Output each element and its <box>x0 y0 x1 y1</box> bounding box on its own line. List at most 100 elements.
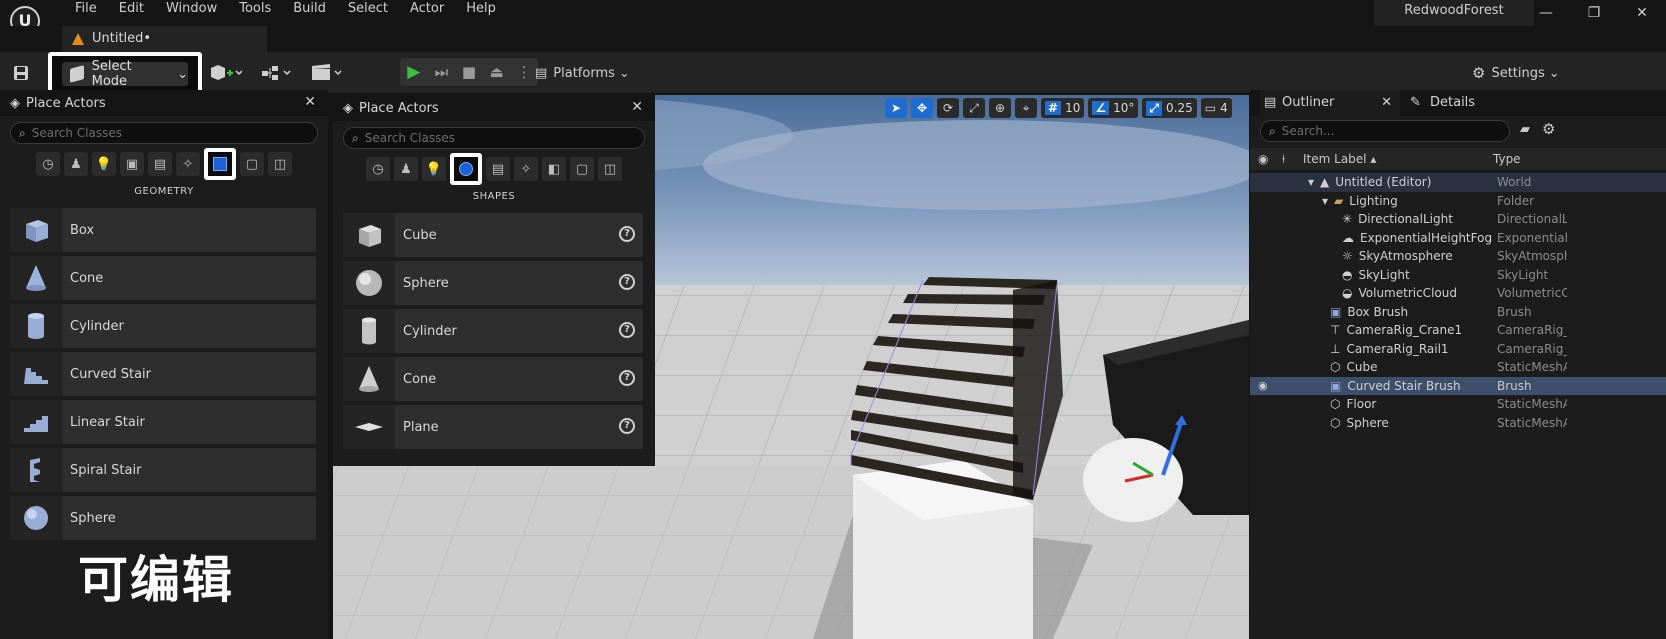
menu-window[interactable]: Window <box>155 1 228 17</box>
tree-row[interactable]: ☼ SkyAtmosphere SkyAtmosph <box>1250 247 1666 266</box>
volumes-category-icon[interactable]: ▢ <box>240 152 264 176</box>
outliner-search-input[interactable]: ⌕ Search... <box>1260 120 1510 142</box>
menu-build[interactable]: Build <box>282 1 337 17</box>
add-actor-button[interactable] <box>208 60 242 86</box>
place-actors-tab[interactable]: ◈ Place Actors ✕ <box>333 95 655 121</box>
more-options-icon[interactable]: ⋮ <box>510 63 538 81</box>
platforms-button[interactable]: ▤ Platforms ⌄ <box>535 60 630 86</box>
menu-file[interactable]: File <box>64 1 108 17</box>
list-item[interactable]: Plane ? <box>343 405 643 449</box>
geometry-category-icon[interactable] <box>204 148 236 180</box>
lights-category-icon[interactable]: 💡 <box>422 157 446 181</box>
add-folder-icon[interactable]: ▰ <box>1520 122 1530 137</box>
volumes-category-icon[interactable]: ▢ <box>570 157 594 181</box>
close-icon[interactable]: ✕ <box>304 94 316 110</box>
tree-row[interactable]: ⊤ CameraRig_Crane1 CameraRig_C <box>1250 321 1666 340</box>
select-tool-icon[interactable]: ➤ <box>885 98 907 118</box>
visual-effects-category-icon[interactable]: ✧ <box>176 152 200 176</box>
recent-category-icon[interactable]: ◷ <box>366 157 390 181</box>
geometry-category-icon[interactable]: ◧ <box>542 157 566 181</box>
menu-tools[interactable]: Tools <box>228 1 282 17</box>
close-icon[interactable]: ✕ <box>1381 90 1392 116</box>
shapes-category-icon[interactable]: ▣ <box>120 152 144 176</box>
expand-arrow-icon[interactable]: ▾ <box>1322 194 1328 208</box>
tree-row[interactable]: ▾ ▲ Untitled (Editor) World <box>1250 173 1666 192</box>
angle-snap-button[interactable]: ∠ 10° <box>1088 98 1139 118</box>
search-classes-input[interactable]: ⌕ Search Classes <box>10 122 318 144</box>
menu-select[interactable]: Select <box>337 1 399 17</box>
list-item[interactable]: Cylinder ? <box>343 309 643 353</box>
world-space-icon[interactable]: ⊕ <box>989 98 1011 118</box>
gear-icon[interactable]: ⚙ <box>1542 120 1555 138</box>
all-classes-category-icon[interactable]: ◫ <box>598 157 622 181</box>
menu-edit[interactable]: Edit <box>108 1 155 17</box>
play-icon[interactable]: ▶ <box>400 62 428 82</box>
tree-row[interactable]: ▣ Box Brush Brush <box>1250 303 1666 322</box>
list-item[interactable]: Sphere ? <box>343 261 643 305</box>
help-icon[interactable]: ? <box>619 274 635 290</box>
item-label-column[interactable]: Item Label ▴ <box>1303 152 1376 166</box>
grid-snap-button[interactable]: #10 <box>1041 98 1085 118</box>
tab-details[interactable]: ✎ Details <box>1408 90 1475 116</box>
expand-arrow-icon[interactable]: ▾ <box>1308 175 1314 189</box>
rotate-tool-icon[interactable]: ⟳ <box>937 98 959 118</box>
select-mode-button[interactable]: Select Mode ⌄ <box>62 59 188 89</box>
menu-actor[interactable]: Actor <box>399 1 455 17</box>
translate-tool-icon[interactable]: ✥ <box>911 98 933 118</box>
skip-icon[interactable]: ⏭ <box>428 63 456 81</box>
tree-row[interactable]: ◓ SkyLight SkyLight <box>1250 266 1666 285</box>
tree-row[interactable]: ◒ VolumetricCloud VolumetricCl <box>1250 284 1666 303</box>
list-item[interactable]: Cylinder <box>10 304 316 348</box>
tree-row[interactable]: ⊥ CameraRig_Rail1 CameraRig_R <box>1250 340 1666 359</box>
help-icon[interactable]: ? <box>619 226 635 242</box>
list-item[interactable]: Linear Stair <box>10 400 316 444</box>
basic-category-icon[interactable]: ♟ <box>64 152 88 176</box>
tree-row[interactable]: ▾ ▰ Lighting Folder <box>1250 192 1666 211</box>
list-item[interactable]: Box <box>10 208 316 252</box>
tree-row-selected[interactable]: ◉ ▣ Curved Stair Brush Brush <box>1250 376 1666 395</box>
type-column[interactable]: Type <box>1493 152 1521 166</box>
tree-row[interactable]: ⬡ Cube StaticMeshA <box>1250 358 1666 377</box>
camera-speed-button[interactable]: ▭ 4 <box>1200 98 1232 118</box>
tree-row[interactable]: ⬡ Sphere StaticMeshA <box>1250 414 1666 433</box>
close-icon[interactable]: ✕ <box>631 99 643 115</box>
blueprint-button[interactable] <box>260 60 294 86</box>
save-icon[interactable] <box>12 60 30 86</box>
surface-snap-icon[interactable]: ⌖ <box>1015 98 1037 118</box>
cinematic-category-icon[interactable]: ▤ <box>148 152 172 176</box>
scale-snap-button[interactable]: ⤢ 0.25 <box>1142 98 1197 118</box>
list-item[interactable]: Sphere <box>10 496 316 540</box>
scale-tool-icon[interactable]: ⤢ <box>963 98 985 118</box>
visibility-eye-icon[interactable]: ◉ <box>1258 379 1268 392</box>
all-classes-category-icon[interactable]: ◫ <box>268 152 292 176</box>
list-item[interactable]: Cone ? <box>343 357 643 401</box>
list-item[interactable]: Curved Stair <box>10 352 316 396</box>
restore-button[interactable]: ❐ <box>1570 0 1618 26</box>
tab-untitled[interactable]: Untitled• <box>62 26 267 52</box>
stop-icon[interactable]: ■ <box>455 63 483 81</box>
help-icon[interactable]: ? <box>619 370 635 386</box>
menu-help[interactable]: Help <box>455 1 507 17</box>
visual-effects-category-icon[interactable]: ✧ <box>514 157 538 181</box>
settings-button[interactable]: ⚙ Settings ⌄ <box>1472 60 1560 86</box>
basic-category-icon[interactable]: ♟ <box>394 157 418 181</box>
close-button[interactable]: ✕ <box>1618 0 1666 26</box>
help-icon[interactable]: ? <box>619 322 635 338</box>
tab-outliner[interactable]: ▤ Outliner ✕ <box>1260 90 1400 116</box>
tree-row[interactable]: ☁ ExponentialHeightFog ExponentialH <box>1250 229 1666 248</box>
search-classes-input[interactable]: ⌕ Search Classes <box>343 127 645 149</box>
visibility-column-icon[interactable]: ◉ <box>1258 152 1268 166</box>
recent-category-icon[interactable]: ◷ <box>36 152 60 176</box>
shapes-category-icon[interactable] <box>450 153 482 185</box>
help-icon[interactable]: ? <box>619 418 635 434</box>
list-item[interactable]: Cube ? <box>343 213 643 257</box>
list-item[interactable]: Spiral Stair <box>10 448 316 492</box>
tree-row[interactable]: ⬡ Floor StaticMeshA <box>1250 395 1666 414</box>
cinematic-category-icon[interactable]: ▤ <box>486 157 510 181</box>
lights-category-icon[interactable]: 💡 <box>92 152 116 176</box>
minimize-button[interactable]: — <box>1522 0 1570 26</box>
tree-row[interactable]: ✳ DirectionalLight DirectionalLi <box>1250 210 1666 229</box>
cinematics-button[interactable] <box>310 60 344 86</box>
pin-column-icon[interactable]: ⍿ <box>1282 152 1285 167</box>
place-actors-tab[interactable]: ◈ Place Actors ✕ <box>0 90 328 116</box>
